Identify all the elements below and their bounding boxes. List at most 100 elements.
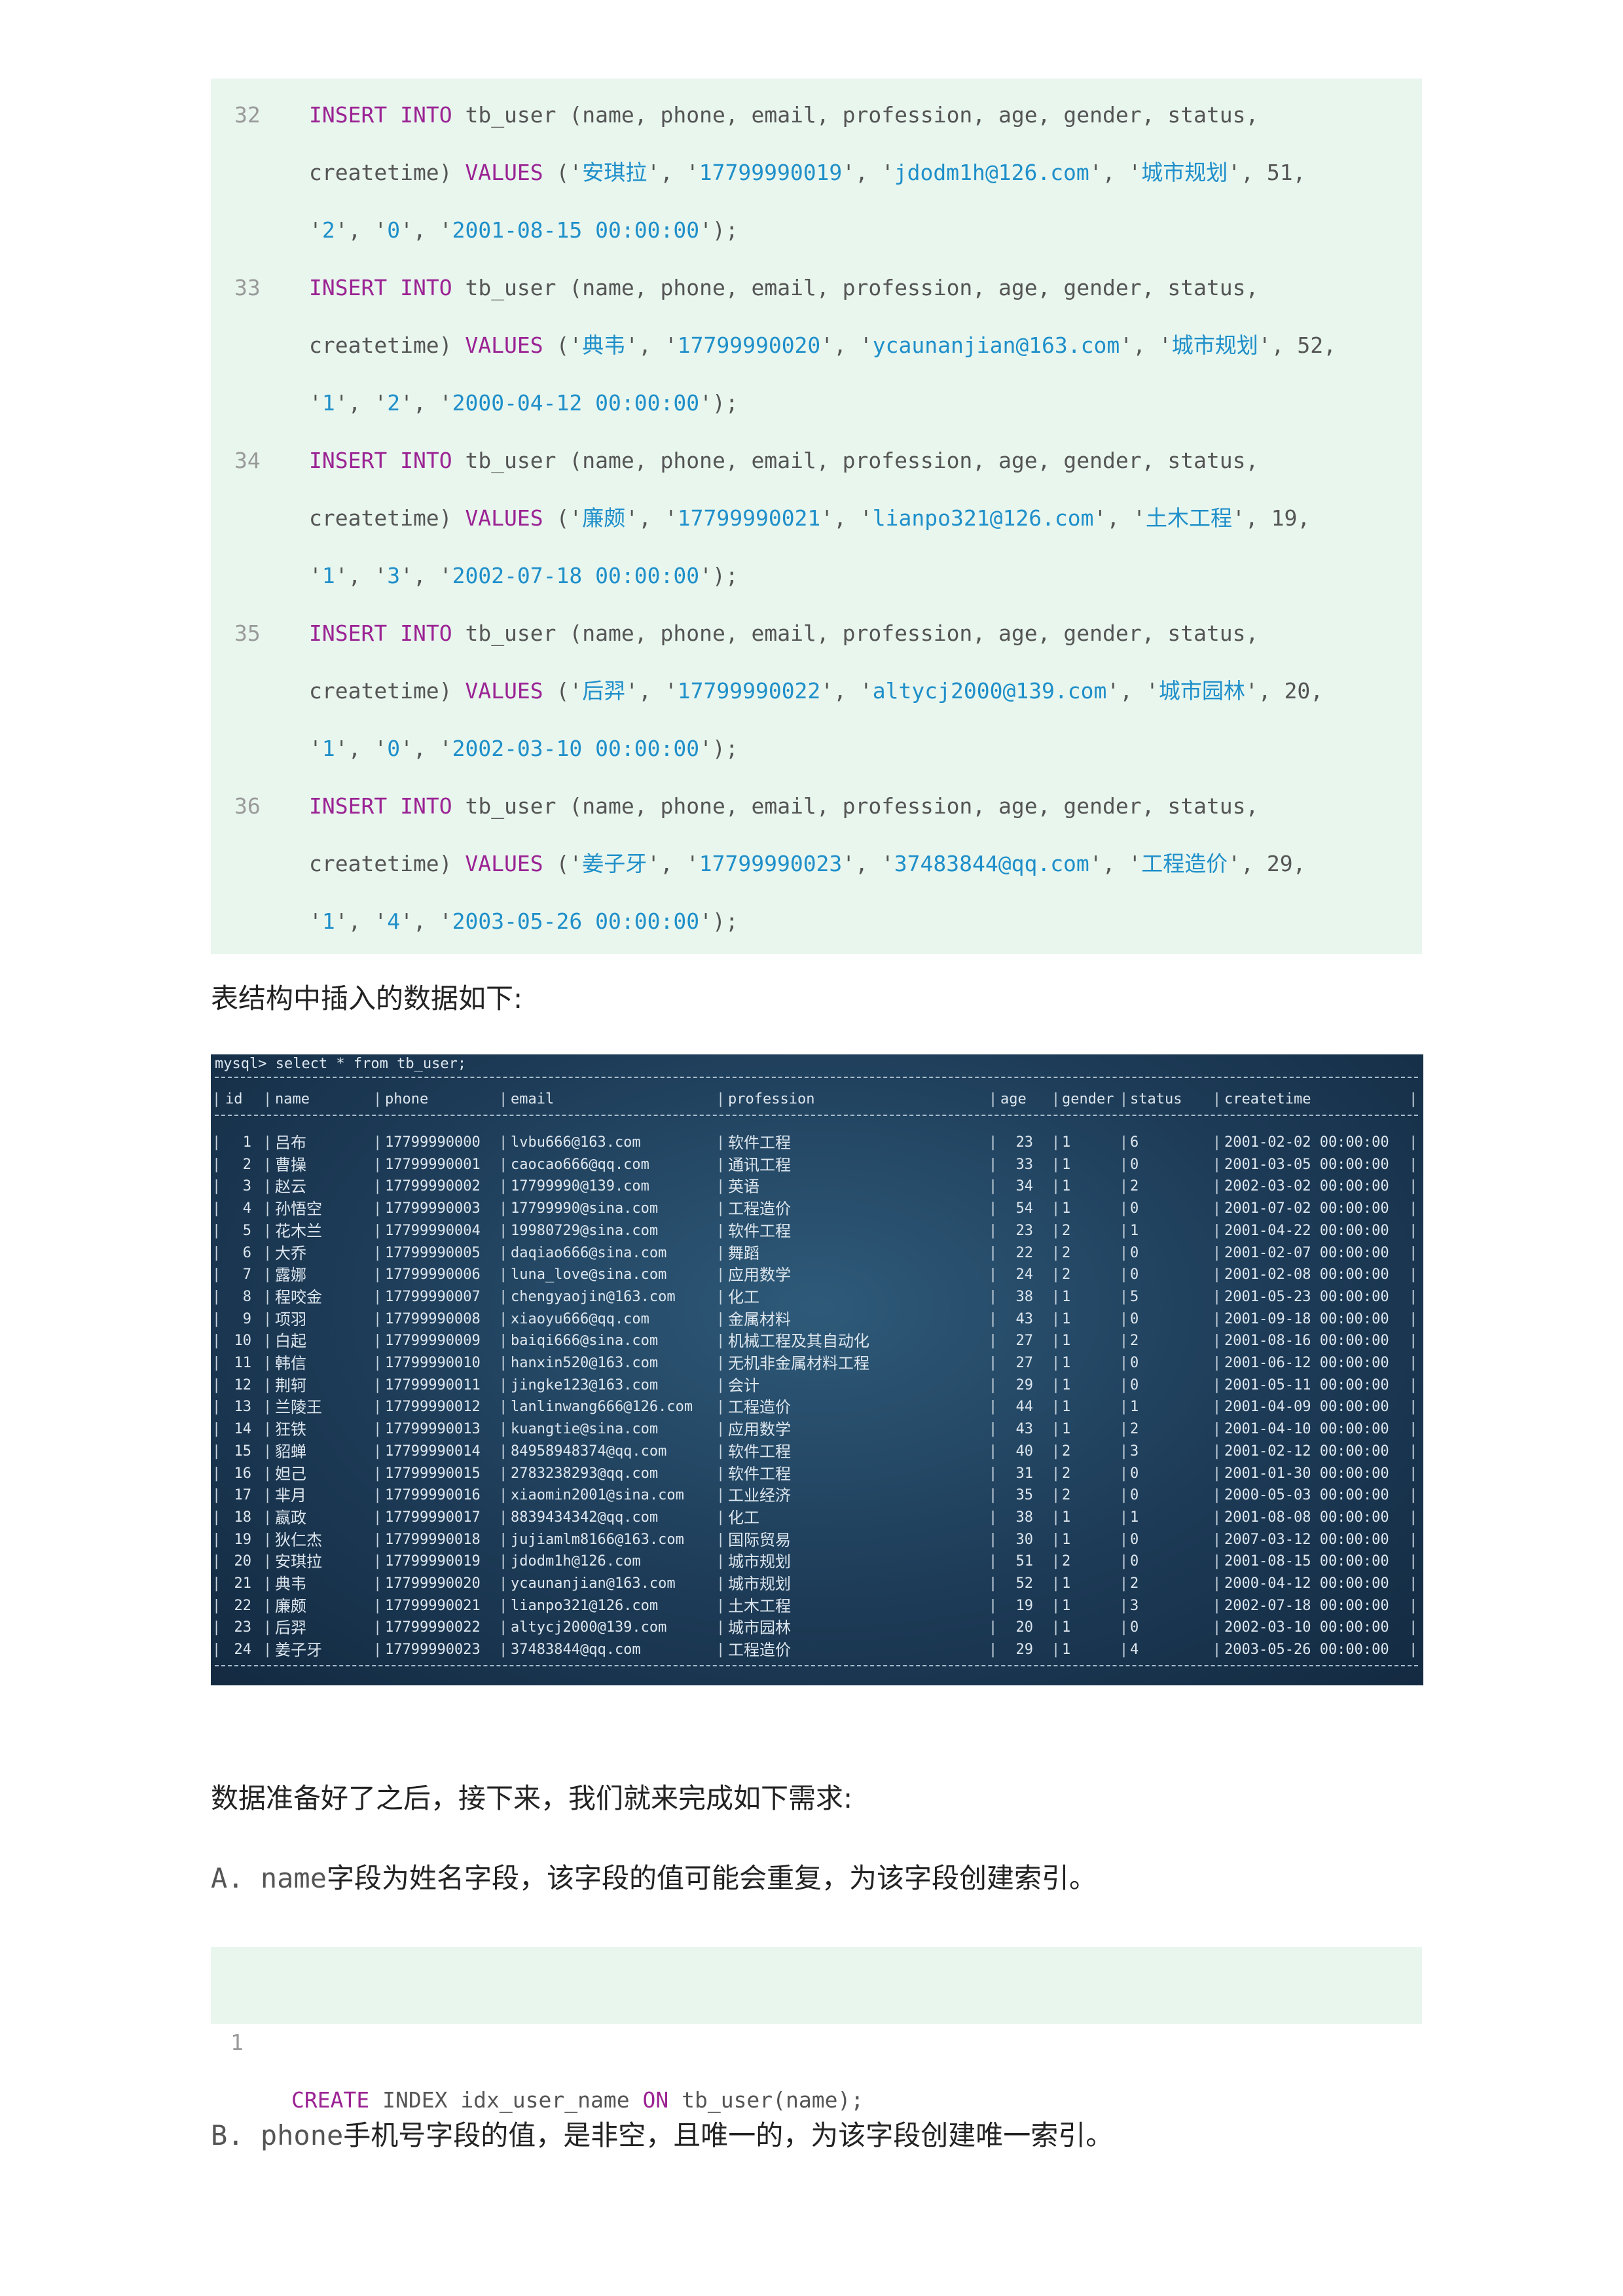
table-row: | | | | | | | | | | 21 典韦 17799990020 ycaunanjian@163… <box>211 1573 1423 1595</box>
sql-value-profession: 城市规划 <box>1141 160 1228 185</box>
sql-value-createtime: 2002-07-18 00:00:00 <box>452 563 700 588</box>
table-cell: 4 <box>242 1200 251 1217</box>
sql-value-email: altycj2000@139.com <box>872 678 1107 704</box>
table-cell: 舞蹈 <box>728 1244 759 1263</box>
column-divider: | <box>1120 1134 1129 1151</box>
column-divider: | <box>1409 1244 1418 1261</box>
column-divider: | <box>716 1597 725 1614</box>
column-divider: | <box>1213 1134 1222 1151</box>
table-cell: 芈月 <box>275 1486 306 1505</box>
requirements-caption: 数据准备好了之后，接下来，我们就来完成如下需求: <box>211 1782 853 1814</box>
column-divider: | <box>989 1156 998 1173</box>
table-cell: 34 <box>1015 1178 1034 1195</box>
column-divider: | <box>1051 1553 1061 1570</box>
line-number: 1 <box>230 2030 244 2055</box>
sql-value-profession: 城市园林 <box>1158 678 1245 704</box>
column-divider: | <box>1051 1597 1061 1614</box>
table-cell: 17799990@sina.com <box>511 1200 659 1217</box>
column-divider: | <box>373 1487 382 1504</box>
column-divider: | <box>1120 1465 1129 1482</box>
column-divider: | <box>1120 1487 1129 1504</box>
table-cell: lianpo321@126.com <box>511 1597 659 1614</box>
line-code: '2', '0', '2001-08-15 00:00:00'); <box>309 217 739 243</box>
column-divider: | <box>1409 1288 1418 1305</box>
sql-value-age: 29 <box>1266 851 1293 876</box>
column-divider: | <box>989 1421 998 1438</box>
column-divider: | <box>212 1288 221 1305</box>
sql-value-gender: 1 <box>321 908 335 934</box>
table-cell: 城市园林 <box>728 1619 791 1638</box>
table-cell: lanlinwang666@126.com <box>511 1399 693 1416</box>
column-divider: | <box>1213 1222 1222 1239</box>
table-row: | | | | | | | | | | 8 程咬金 17799990007 chengyaojin@163… <box>211 1286 1423 1308</box>
table-cell: 84958948374@qq.com <box>511 1443 667 1460</box>
column-divider: | <box>212 1619 221 1636</box>
table-cell: 2001-09-18 00:00:00 <box>1224 1310 1389 1327</box>
column-divider: | <box>1409 1597 1418 1614</box>
column-divider: | <box>1120 1310 1129 1327</box>
table-cell: 1 <box>1062 1399 1071 1416</box>
table-cell: 狂铁 <box>275 1420 306 1439</box>
column-divider: | <box>212 1091 221 1107</box>
column-divider: | <box>1051 1200 1061 1217</box>
table-cell: 3 <box>1130 1597 1139 1614</box>
column-divider: | <box>212 1531 221 1548</box>
table-cell: 2002-03-02 00:00:00 <box>1224 1178 1389 1195</box>
table-cell: 1 <box>1062 1619 1071 1636</box>
column-divider: | <box>373 1156 382 1173</box>
table-cell: 1 <box>1062 1597 1071 1614</box>
table-cell: 1 <box>1062 1575 1071 1592</box>
table-cell: 2001-03-05 00:00:00 <box>1224 1156 1389 1173</box>
column-divider: | <box>1051 1091 1061 1107</box>
table-cell: 29 <box>1015 1641 1034 1659</box>
table-cell: daqiao666@sina.com <box>511 1244 667 1261</box>
table-cell: 后羿 <box>275 1619 306 1638</box>
column-divider: | <box>989 1310 998 1327</box>
table-cell: 兰陵王 <box>275 1398 322 1417</box>
table-row: | | | | | | | | | | 5 花木兰 17799990004 19980729@sina.c… <box>211 1220 1423 1242</box>
sql-value-phone: 17799990021 <box>677 505 821 531</box>
table-cell: 17799990023 <box>385 1641 481 1659</box>
table-cell: 无机非金属材料工程 <box>728 1354 869 1372</box>
table-row: | | | | | | | | | | 17 芈月 17799990016 xiaomin2001@sin… <box>211 1484 1423 1507</box>
column-divider: | <box>1409 1222 1418 1239</box>
sql-value-createtime: 2000-04-12 00:00:00 <box>452 390 700 416</box>
column-divider: | <box>716 1531 725 1548</box>
table-cell: 19 <box>234 1531 252 1548</box>
column-divider: | <box>263 1487 272 1504</box>
table-cell: 6 <box>242 1244 251 1261</box>
table-cell: chengyaojin@163.com <box>511 1288 676 1305</box>
column-divider: | <box>373 1531 382 1548</box>
table-cell: 43 <box>1015 1310 1034 1327</box>
column-divider: | <box>212 1333 221 1350</box>
sql-value-name: 安琪拉 <box>582 160 647 185</box>
table-cell: 1 <box>1062 1200 1071 1217</box>
sql-value-phone: 17799990020 <box>677 332 821 358</box>
sql-value-age: 19 <box>1271 505 1298 531</box>
table-cell: 姜子牙 <box>275 1641 322 1660</box>
table-separator <box>215 1115 1418 1116</box>
table-cell: jdodm1h@126.com <box>511 1553 641 1570</box>
column-divider: | <box>373 1619 382 1636</box>
table-cell: 5 <box>1130 1288 1139 1305</box>
table-row: | | | | | | | | | | 2 曹操 17799990001 caocao666@qq.com… <box>211 1154 1423 1176</box>
column-divider: | <box>1409 1376 1418 1393</box>
requirement-a-text: 字段为姓名字段，该字段的值可能会重复，为该字段创建索引。 <box>327 1862 1097 1894</box>
table-cell: 17799990018 <box>385 1531 481 1548</box>
table-cell: 40 <box>1015 1443 1034 1460</box>
column-header: gender <box>1062 1091 1114 1107</box>
requirement-a-prefix: A. <box>211 1862 261 1894</box>
table-cell: 2001-02-12 00:00:00 <box>1224 1443 1389 1460</box>
column-divider: | <box>989 1288 998 1305</box>
line-code: createtime) VALUES ('姜子牙', '17799990023'… <box>309 851 1306 876</box>
table-separator <box>215 1664 1418 1666</box>
table-row: | | | | | | | | | | 24 姜子牙 17799990023 37483844@qq.co… <box>211 1639 1423 1661</box>
table-cell: 0 <box>1130 1266 1139 1283</box>
column-divider: | <box>989 1333 998 1350</box>
column-divider: | <box>1213 1465 1222 1482</box>
table-cell: 赵云 <box>275 1177 306 1196</box>
table-cell: 20 <box>234 1553 252 1570</box>
table-cell: 17799990015 <box>385 1465 481 1482</box>
column-header: id <box>225 1091 243 1107</box>
column-divider: | <box>1213 1619 1222 1636</box>
